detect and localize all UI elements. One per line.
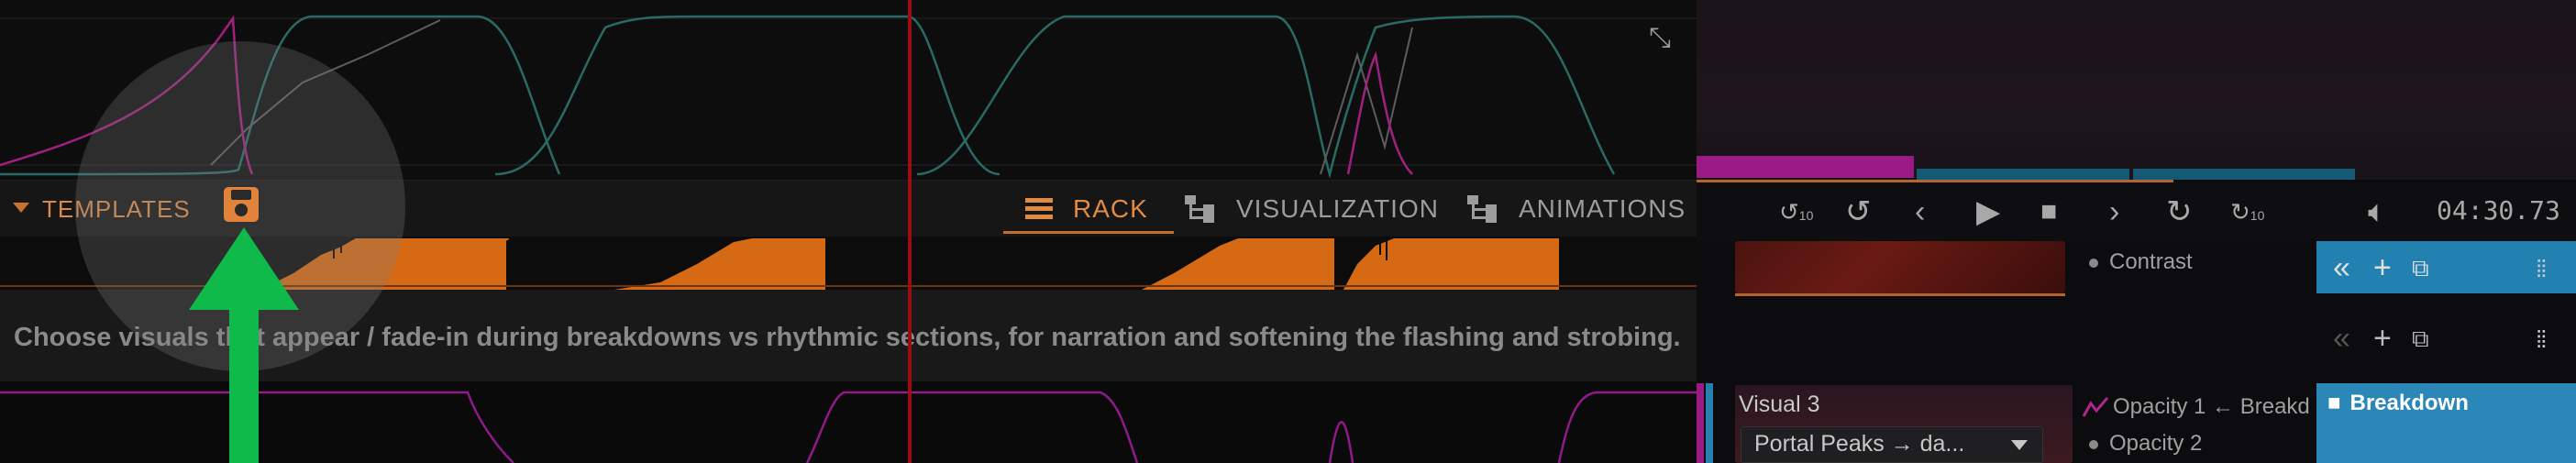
duplicate-icon[interactable]: ⧉	[2412, 320, 2429, 357]
time-display: 04:30.73	[2437, 195, 2560, 226]
opacity-2-label: Opacity 2	[2089, 431, 2202, 457]
play-icon[interactable]: ▶	[1976, 193, 2000, 230]
rewind-10-icon[interactable]: ↺10	[1779, 193, 1813, 230]
video-camera-icon: ■	[2327, 391, 2341, 415]
save-icon-slot	[231, 190, 251, 200]
drag-handle-icon[interactable]: ⁞⁞	[2536, 255, 2548, 283]
visual-source-value: Portal Peaks → da...	[1754, 431, 1965, 457]
collapse-icon[interactable]: ⤡	[1642, 20, 1678, 57]
timeline-segment	[1697, 156, 1914, 178]
breakdown-label: Breakdown	[2349, 391, 2469, 415]
visual-title: Visual 3	[1739, 391, 1820, 417]
left-workspace: ⤡ TEMPLATES RACK VISUALIZATION ANIMATION…	[0, 0, 1697, 463]
volume-icon[interactable]: 🔈︎	[2368, 193, 2386, 230]
visual-source-dropdown[interactable]: Portal Peaks → da...	[1741, 426, 2043, 463]
add-icon[interactable]: +	[2373, 320, 2392, 357]
breakdown-badge[interactable]: ■ Breakdown	[2316, 383, 2576, 463]
timeline-segment	[2133, 169, 2355, 180]
duplicate-icon[interactable]: ⧉	[2412, 249, 2429, 286]
tab-visualization[interactable]: VISUALIZATION	[1185, 181, 1439, 237]
collapse-left-icon[interactable]: «	[2333, 249, 2350, 286]
forward-icon[interactable]: ↻	[2166, 193, 2193, 230]
tree-icon	[1467, 195, 1498, 223]
tab-animations[interactable]: ANIMATIONS	[1467, 181, 1686, 237]
opacity-1-label: Opacity 1 ← Breakd	[2113, 394, 2310, 419]
tab-active-underline	[1003, 231, 1174, 234]
layer-color-strip	[1697, 383, 1704, 463]
right-panel: ↺10 ↺ ‹ ▶ ■ › ↻ ↻10 🔈︎ 04:30.73 Contrast…	[1697, 0, 2576, 463]
forward-10-icon[interactable]: ↻10	[2230, 193, 2264, 230]
templates-label[interactable]: TEMPLATES	[42, 195, 191, 224]
tab-visualization-label: VISUALIZATION	[1236, 194, 1439, 223]
transport-bar: ↺10 ↺ ‹ ▶ ■ › ↻ ↻10 🔈︎ 04:30.73	[1697, 182, 2576, 241]
modulation-curves	[0, 15, 1697, 179]
save-icon-disk	[235, 204, 248, 216]
video-preview	[1697, 0, 2576, 182]
next-icon[interactable]: ›	[2109, 193, 2119, 230]
tree-icon	[1185, 195, 1216, 223]
save-icon[interactable]	[224, 187, 259, 222]
prev-icon[interactable]: ‹	[1915, 193, 1925, 230]
layer-progress	[1735, 293, 2065, 296]
list-icon	[1025, 198, 1053, 220]
tab-animations-label: ANIMATIONS	[1519, 194, 1686, 223]
rewind-icon[interactable]: ↺	[1845, 193, 1872, 230]
tab-rack[interactable]: RACK	[1003, 181, 1174, 237]
timeline-segment	[1917, 169, 2129, 180]
playhead[interactable]	[908, 0, 912, 463]
modulation-curve-area: ⤡	[0, 0, 1697, 180]
caret-down-icon[interactable]	[13, 203, 29, 213]
add-icon[interactable]: +	[2373, 249, 2392, 286]
contrast-label: Contrast	[2089, 249, 2193, 275]
layer-thumbnail[interactable]	[1735, 241, 2065, 293]
chevron-down-icon	[2011, 440, 2028, 450]
layer-color-strip	[1706, 383, 1713, 463]
lfo-curve-icon	[2082, 397, 2109, 417]
tab-rack-label: RACK	[1073, 194, 1148, 223]
drag-handle-icon[interactable]: ⁞⁞	[2536, 325, 2548, 354]
stop-icon[interactable]: ■	[2040, 193, 2057, 230]
arrow-pointer-icon	[189, 227, 299, 463]
collapse-left-icon[interactable]: «	[2333, 320, 2350, 357]
